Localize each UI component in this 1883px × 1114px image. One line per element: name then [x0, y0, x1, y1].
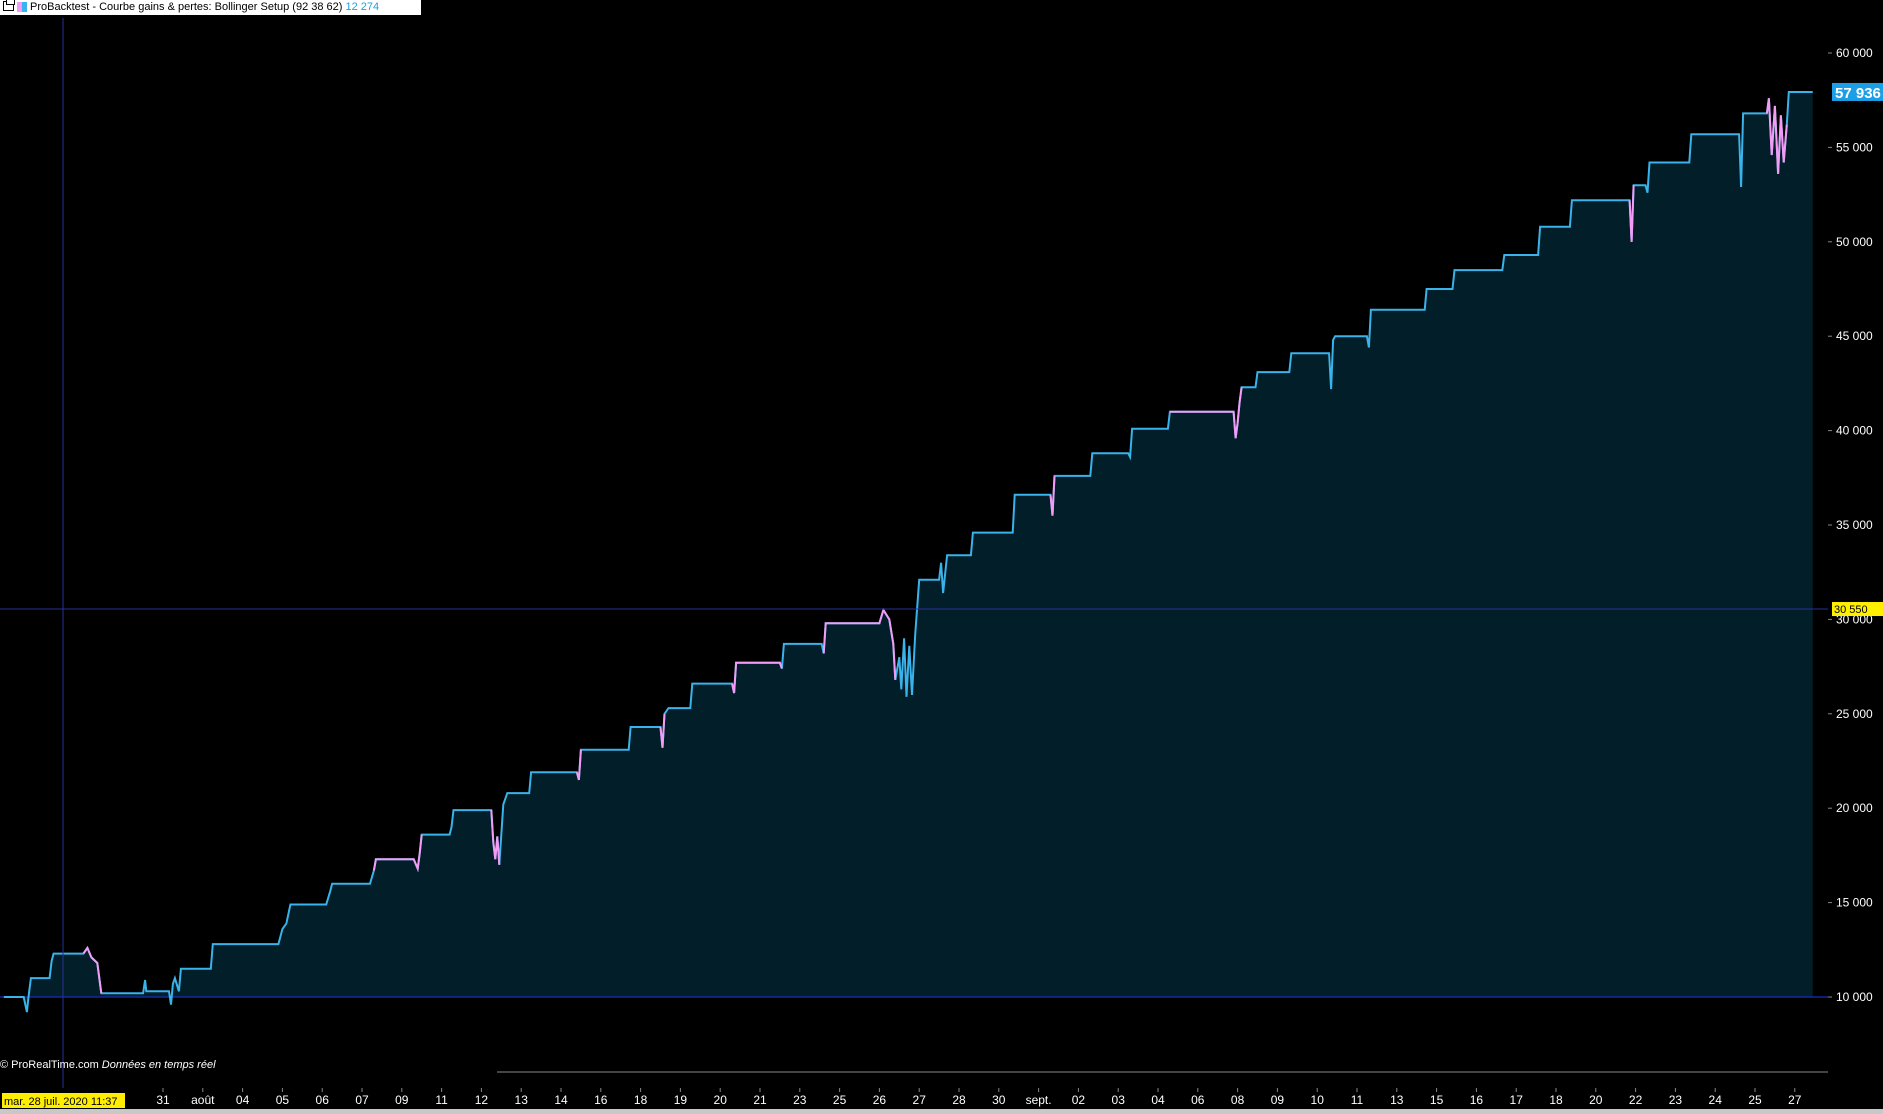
y-tick-label: 40 000 — [1836, 424, 1873, 438]
x-tick-label: 15 — [1430, 1093, 1444, 1107]
crosshair-date-label: mar. 28 juil. 2020 11:37 — [4, 1096, 118, 1108]
x-tick-label: 17 — [1510, 1093, 1524, 1107]
y-tick-label: 10 000 — [1836, 990, 1873, 1004]
y-tick-label: 55 000 — [1836, 140, 1873, 154]
x-tick-label: 25 — [833, 1093, 847, 1107]
equity-area — [3, 92, 1813, 1013]
taskbar-strip — [0, 1109, 1883, 1114]
y-tick-label: 60 000 — [1836, 46, 1873, 60]
x-tick-label: 22 — [1629, 1093, 1643, 1107]
x-tick-label: 08 — [1231, 1093, 1245, 1107]
equity-area-layer — [3, 92, 1813, 1013]
x-tick-label: 04 — [236, 1093, 250, 1107]
x-tick-label: 07 — [355, 1093, 369, 1107]
x-tick-label: 18 — [634, 1093, 648, 1107]
x-tick-label: 04 — [1151, 1093, 1165, 1107]
x-tick-label: 13 — [1390, 1093, 1404, 1107]
crosshair-value-label: 30 550 — [1834, 604, 1868, 616]
x-tick-label: 25 — [1748, 1093, 1762, 1107]
x-tick-label: 05 — [276, 1093, 290, 1107]
x-tick-label: 11 — [435, 1093, 448, 1107]
x-tick-label: 13 — [515, 1093, 529, 1107]
copyright-text: © ProRealTime.com — [0, 1059, 99, 1071]
x-tick-label: 27 — [1788, 1093, 1802, 1107]
x-tick-label: 18 — [1549, 1093, 1563, 1107]
x-tick-label: 20 — [714, 1093, 728, 1107]
x-tick-label: 11 — [1351, 1093, 1364, 1107]
realtime-data-text: Données en temps réel — [101, 1059, 216, 1071]
x-tick-label: 19 — [674, 1093, 688, 1107]
x-tick-label: 23 — [793, 1093, 807, 1107]
x-tick-label: sept. — [1026, 1093, 1052, 1107]
y-tick-label: 50 000 — [1836, 235, 1873, 249]
x-tick-label: août — [191, 1093, 215, 1107]
y-axis-background — [1828, 0, 1883, 1088]
x-tick-label: 02 — [1072, 1093, 1086, 1107]
x-tick-label: 30 — [992, 1093, 1006, 1107]
y-tick-label: 45 000 — [1836, 329, 1873, 343]
y-tick-label: 20 000 — [1836, 801, 1873, 815]
x-tick-label: 16 — [594, 1093, 608, 1107]
x-tick-label: 20 — [1589, 1093, 1603, 1107]
last-value-label: 57 936 — [1835, 85, 1881, 102]
y-tick-label: 35 000 — [1836, 518, 1873, 532]
x-tick-label: 12 — [475, 1093, 489, 1107]
y-tick-label: 15 000 — [1836, 896, 1873, 910]
x-tick-label: 14 — [554, 1093, 568, 1107]
x-tick-label: 31 — [156, 1093, 170, 1107]
x-tick-label: 09 — [1271, 1093, 1285, 1107]
x-tick-label: 06 — [316, 1093, 330, 1107]
x-axis: 31 août 04 05 06 07 09 11 12 13 14 16 18 19 20 21 23 25 26… — [156, 1088, 1802, 1107]
x-tick-label: 27 — [913, 1093, 927, 1107]
x-tick-label: 16 — [1470, 1093, 1484, 1107]
copyright-notice: © ProRealTime.com Données en temps réel — [0, 1059, 216, 1071]
x-tick-label: 09 — [395, 1093, 409, 1107]
x-tick-label: 23 — [1669, 1093, 1683, 1107]
equity-chart[interactable]: 10 00015 00020 00025 00030 00035 00040 0… — [0, 0, 1883, 1114]
y-tick-label: 25 000 — [1836, 707, 1873, 721]
x-tick-label: 28 — [952, 1093, 966, 1107]
x-tick-label: 24 — [1709, 1093, 1723, 1107]
x-tick-label: 06 — [1191, 1093, 1205, 1107]
x-tick-label: 21 — [753, 1093, 767, 1107]
x-tick-label: 10 — [1311, 1093, 1325, 1107]
x-tick-label: 26 — [873, 1093, 887, 1107]
x-tick-label: 03 — [1112, 1093, 1126, 1107]
